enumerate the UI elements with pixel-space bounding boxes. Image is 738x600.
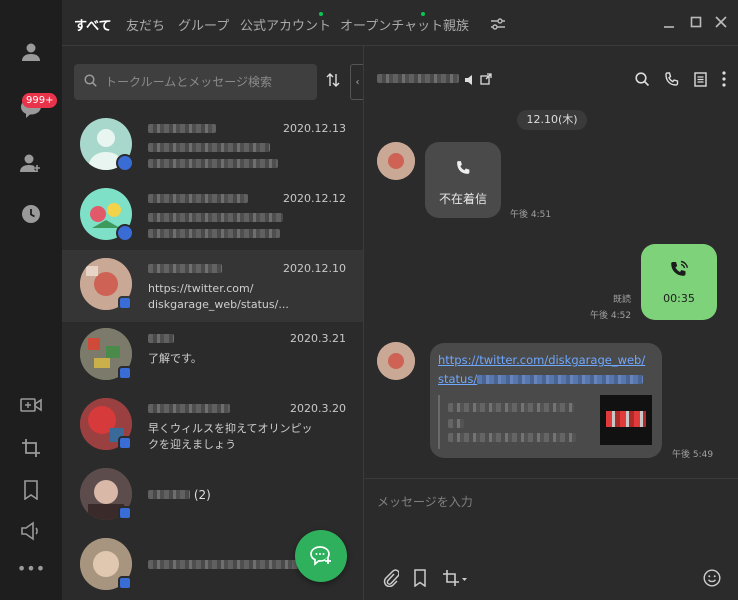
message-time: 午後 4:51 [510,210,552,220]
collapse-panel-button[interactable]: ‹ [350,64,363,100]
notes-icon[interactable] [694,72,707,90]
tab-groups[interactable]: グループ [178,15,229,34]
video-call-icon[interactable] [19,393,43,417]
top-tabs: すべて 友だち グループ 公式アカウント オープンチャット 親族 [62,0,738,49]
tab-open-chat[interactable]: オープンチャット [340,15,443,34]
message-input[interactable] [377,493,717,553]
pin-icon [116,154,134,172]
tab-relatives[interactable]: 親族 [443,15,469,34]
left-rail: 999+ ••• [0,0,62,600]
window-maximize-button[interactable] [690,16,702,32]
new-dot [319,12,323,16]
search-input[interactable] [105,75,305,89]
clock-icon[interactable] [19,202,43,226]
chat-name [148,192,248,206]
call-duration: 00:35 [663,292,695,305]
tab-official-accounts[interactable]: 公式アカウント [240,15,331,34]
link-message-bubble[interactable]: https://twitter.com/diskgarage_web/ stat… [430,343,662,458]
preview-title [448,401,574,415]
conversation-title [377,72,459,86]
chat-preview: 了解です。 [148,352,202,365]
link-text[interactable]: https://twitter.com/diskgarage_web/ stat… [438,351,645,389]
preview-thumbnail [600,395,652,445]
search-icon[interactable] [635,72,650,90]
chat-name: (2) [148,488,211,502]
bookmark-icon[interactable] [413,569,427,590]
chat-list-panel: ‹ 2020.12.13 2020.12.12 2020.12.10 [62,46,364,600]
pin-icon [116,224,134,242]
conversation-panel: 12.10(木) 不在着信 午後 4:51 既読 午後 4:52 00:35 h… [365,46,738,600]
person-icon[interactable] [19,40,43,64]
sort-icon[interactable] [326,73,340,91]
chat-row[interactable]: 2020.12.12 [62,180,363,252]
chat-name [148,402,230,416]
call-outgoing-icon [669,260,689,283]
group-icon [118,296,132,310]
chat-preview: 早くウィルスを抑えてオリンピッ クを迎えましょう [148,422,313,451]
preview-description [448,431,576,445]
chat-date: 2020.3.21 [290,332,346,345]
crop-icon[interactable] [19,436,43,460]
window-close-button[interactable] [715,16,727,32]
chat-date: 2020.12.12 [283,192,346,205]
preview-meta [448,417,464,431]
chat-name [148,332,174,346]
speaker-icon[interactable] [19,519,43,543]
chat-preview [148,211,298,243]
add-friend-icon[interactable] [19,151,43,175]
read-receipt: 既読 [613,295,632,305]
search-box[interactable] [74,64,317,100]
new-chat-button[interactable] [295,530,347,582]
tab-all[interactable]: すべて [74,15,112,49]
date-chip: 12.10(木) [517,110,587,130]
phone-icon[interactable] [664,72,679,90]
chat-date: 2020.12.10 [283,262,346,275]
unread-badge: 999+ [22,93,58,108]
chat-row[interactable]: 2020.12.13 [62,110,363,182]
phone-icon [455,160,471,179]
message-time: 午後 5:49 [672,450,714,460]
chat-row[interactable]: 2020.3.21 了解です。 [62,320,363,392]
group-icon [118,436,132,450]
conversation-header [365,46,738,102]
message-composer [365,478,738,600]
group-icon [118,366,132,380]
chat-name [148,262,222,276]
mute-icon [464,74,476,88]
emoji-icon[interactable] [703,569,721,590]
tab-settings-icon[interactable] [490,17,506,34]
attach-icon[interactable] [383,569,400,590]
link-preview-card[interactable] [438,395,652,449]
tab-friends[interactable]: 友だち [126,15,165,34]
chat-date: 2020.3.20 [290,402,346,415]
chat-preview [148,141,298,173]
avatar [377,342,415,380]
avatar [377,142,415,180]
new-dot [421,12,425,16]
chat-preview: https://twitter.com/diskgarage_web/statu… [148,282,289,311]
chat-row[interactable]: (2) [62,460,363,532]
chat-date: 2020.12.13 [283,122,346,135]
message-time: 午後 4:52 [590,311,632,321]
chat-name [148,122,216,136]
window-minimize-button[interactable] [663,16,675,32]
external-link-icon[interactable] [480,73,492,88]
more-vertical-icon[interactable] [722,71,726,90]
chat-row[interactable]: 2020.3.20 早くウィルスを抑えてオリンピッ クを迎えましょう [62,390,363,462]
chat-row-selected[interactable]: 2020.12.10 https://twitter.com/diskgarag… [62,250,363,322]
screenshot-icon[interactable] [442,569,468,590]
more-icon[interactable]: ••• [17,556,45,580]
bookmark-icon[interactable] [19,478,43,502]
missed-call-bubble[interactable]: 不在着信 [425,142,501,218]
group-icon [118,576,132,590]
missed-call-label: 不在着信 [438,192,487,206]
group-icon [118,506,132,520]
search-icon [84,74,97,90]
outgoing-call-bubble[interactable]: 00:35 [641,244,717,320]
